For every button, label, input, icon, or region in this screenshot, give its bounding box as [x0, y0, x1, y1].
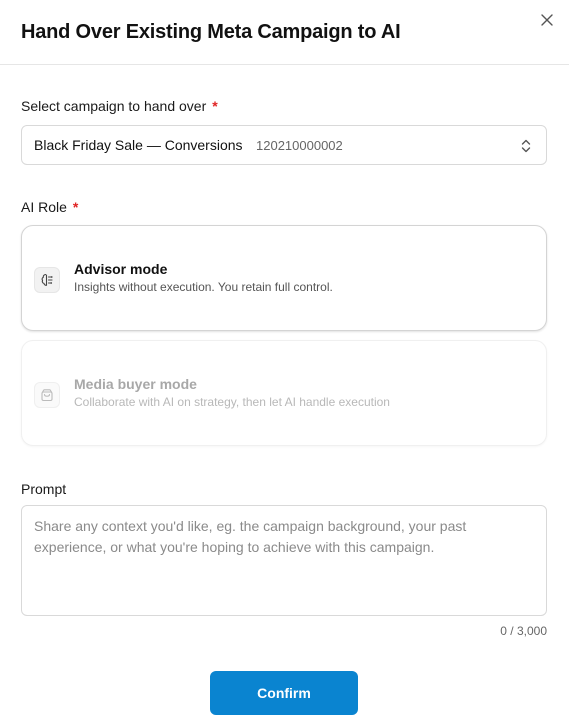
option-title: Advisor mode: [74, 261, 168, 277]
selected-campaign-name: Black Friday Sale — Conversions: [34, 137, 243, 153]
close-icon[interactable]: [538, 11, 556, 29]
required-mark: *: [72, 199, 79, 215]
shopping-bag-icon: [34, 382, 60, 408]
option-title: Media buyer mode: [74, 376, 197, 392]
brain-icon: [34, 267, 60, 293]
advisor-mode-option[interactable]: Advisor mode Insights without execution.…: [21, 225, 547, 331]
confirm-button[interactable]: Confirm: [210, 671, 358, 715]
chevron-up-down-icon: [520, 138, 532, 154]
selected-campaign-id: 120210000002: [256, 138, 343, 153]
required-mark: *: [212, 98, 218, 114]
prompt-input[interactable]: [21, 505, 547, 616]
character-counter: 0 / 3,000: [500, 624, 547, 638]
campaign-label: Select campaign to hand over *: [21, 98, 218, 114]
option-description: Collaborate with AI on strategy, then le…: [74, 395, 390, 409]
option-description: Insights without execution. You retain f…: [74, 280, 333, 294]
campaign-select[interactable]: Black Friday Sale — Conversions 12021000…: [21, 125, 547, 165]
ai-role-label-text: AI Role: [21, 199, 67, 215]
prompt-label: Prompt: [21, 481, 67, 497]
campaign-label-text: Select campaign to hand over: [21, 98, 207, 114]
handover-dialog: Hand Over Existing Meta Campaign to AI S…: [0, 0, 569, 721]
media-buyer-mode-option: Media buyer mode Collaborate with AI on …: [21, 340, 547, 446]
dialog-header: Hand Over Existing Meta Campaign to AI: [0, 0, 569, 65]
ai-role-label: AI Role *: [21, 199, 78, 215]
dialog-title: Hand Over Existing Meta Campaign to AI: [21, 21, 401, 43]
